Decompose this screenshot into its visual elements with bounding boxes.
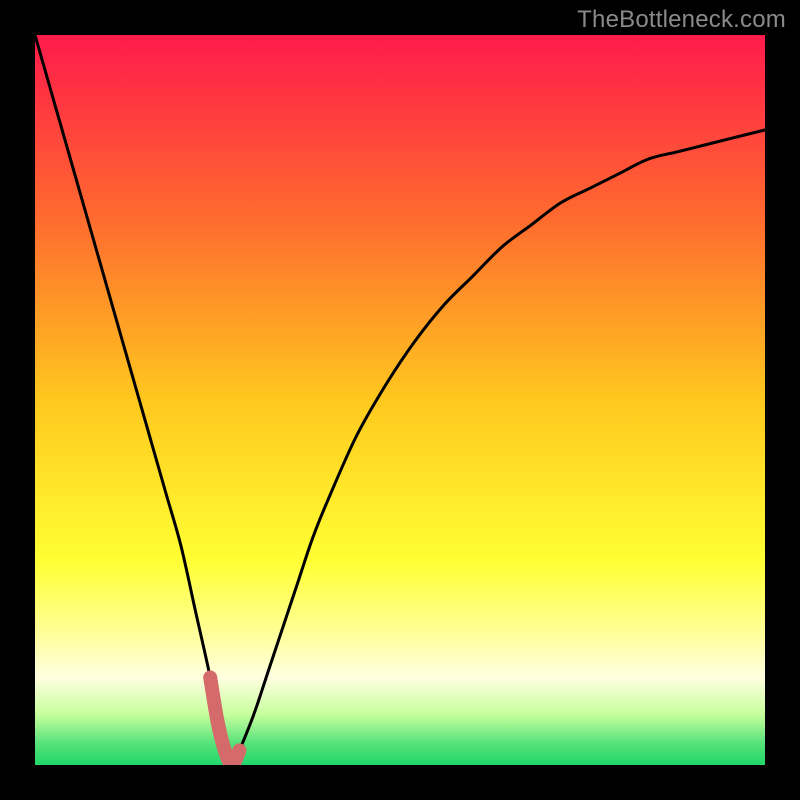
watermark-text: TheBottleneck.com (577, 6, 786, 34)
plot-area (35, 35, 765, 765)
optimal-marker (210, 677, 239, 765)
curve-layer (35, 35, 765, 765)
chart-frame: TheBottleneck.com (0, 0, 800, 800)
bottleneck-curve (35, 35, 765, 765)
